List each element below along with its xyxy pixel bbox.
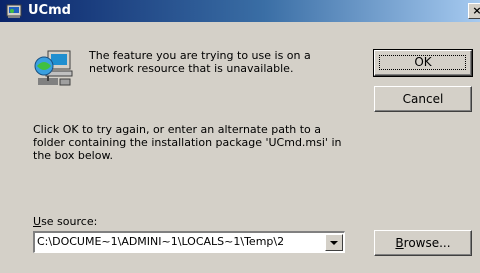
error-message: The feature you are trying to use is on …	[89, 49, 311, 75]
source-combobox[interactable]: C:\DOCUME~1\ADMINI~1\LOCALS~1\Temp\2	[33, 231, 345, 253]
close-button[interactable]: ×	[468, 3, 480, 19]
instructions-text: Click OK to try again, or enter an alter…	[33, 123, 342, 162]
focus-rect	[379, 55, 466, 70]
window-title: UCmd	[28, 3, 71, 18]
ok-button[interactable]: OK	[373, 49, 473, 77]
cancel-button[interactable]: Cancel	[374, 86, 472, 112]
source-path-value[interactable]: C:\DOCUME~1\ADMINI~1\LOCALS~1\Temp\2	[37, 234, 305, 250]
network-computer-icon	[34, 50, 73, 86]
browse-button[interactable]: Browse...	[374, 230, 472, 256]
chevron-down-icon[interactable]	[325, 234, 343, 251]
installer-icon	[6, 4, 22, 18]
browse-label: rowse...	[403, 236, 451, 250]
browse-accel: B	[395, 236, 404, 250]
cancel-label: Cancel	[402, 92, 444, 106]
title-bar[interactable]: UCmd ×	[0, 0, 480, 22]
use-source-label: Use source:	[33, 215, 97, 228]
use-source-rest: se source:	[41, 215, 98, 228]
dialog-window: UCmd × The feature you are trying to use…	[0, 0, 480, 273]
close-icon: ×	[472, 4, 480, 17]
use-source-accel: U	[33, 215, 42, 228]
